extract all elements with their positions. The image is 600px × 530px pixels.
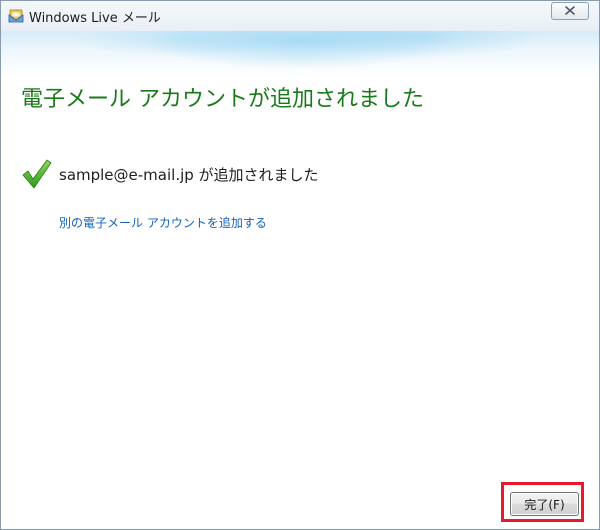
header-banner	[1, 31, 599, 77]
add-another-account-link[interactable]: 別の電子メール アカウントを追加する	[59, 214, 267, 231]
finish-button[interactable]: 完了(F)	[510, 492, 579, 516]
page-title: 電子メール アカウントが追加されました	[21, 87, 424, 112]
title-bar[interactable]: Windows Live メール	[1, 1, 599, 31]
checkmark-icon	[22, 158, 52, 190]
close-button[interactable]	[551, 2, 589, 20]
close-icon	[565, 6, 575, 15]
windows-live-mail-icon	[8, 8, 24, 23]
window-title: Windows Live メール	[29, 11, 161, 26]
dialog-window: Windows Live メール 電子メール アカウントが追加されました sam…	[0, 0, 600, 530]
status-message: sample@e-mail.jp が追加されました	[59, 166, 319, 184]
